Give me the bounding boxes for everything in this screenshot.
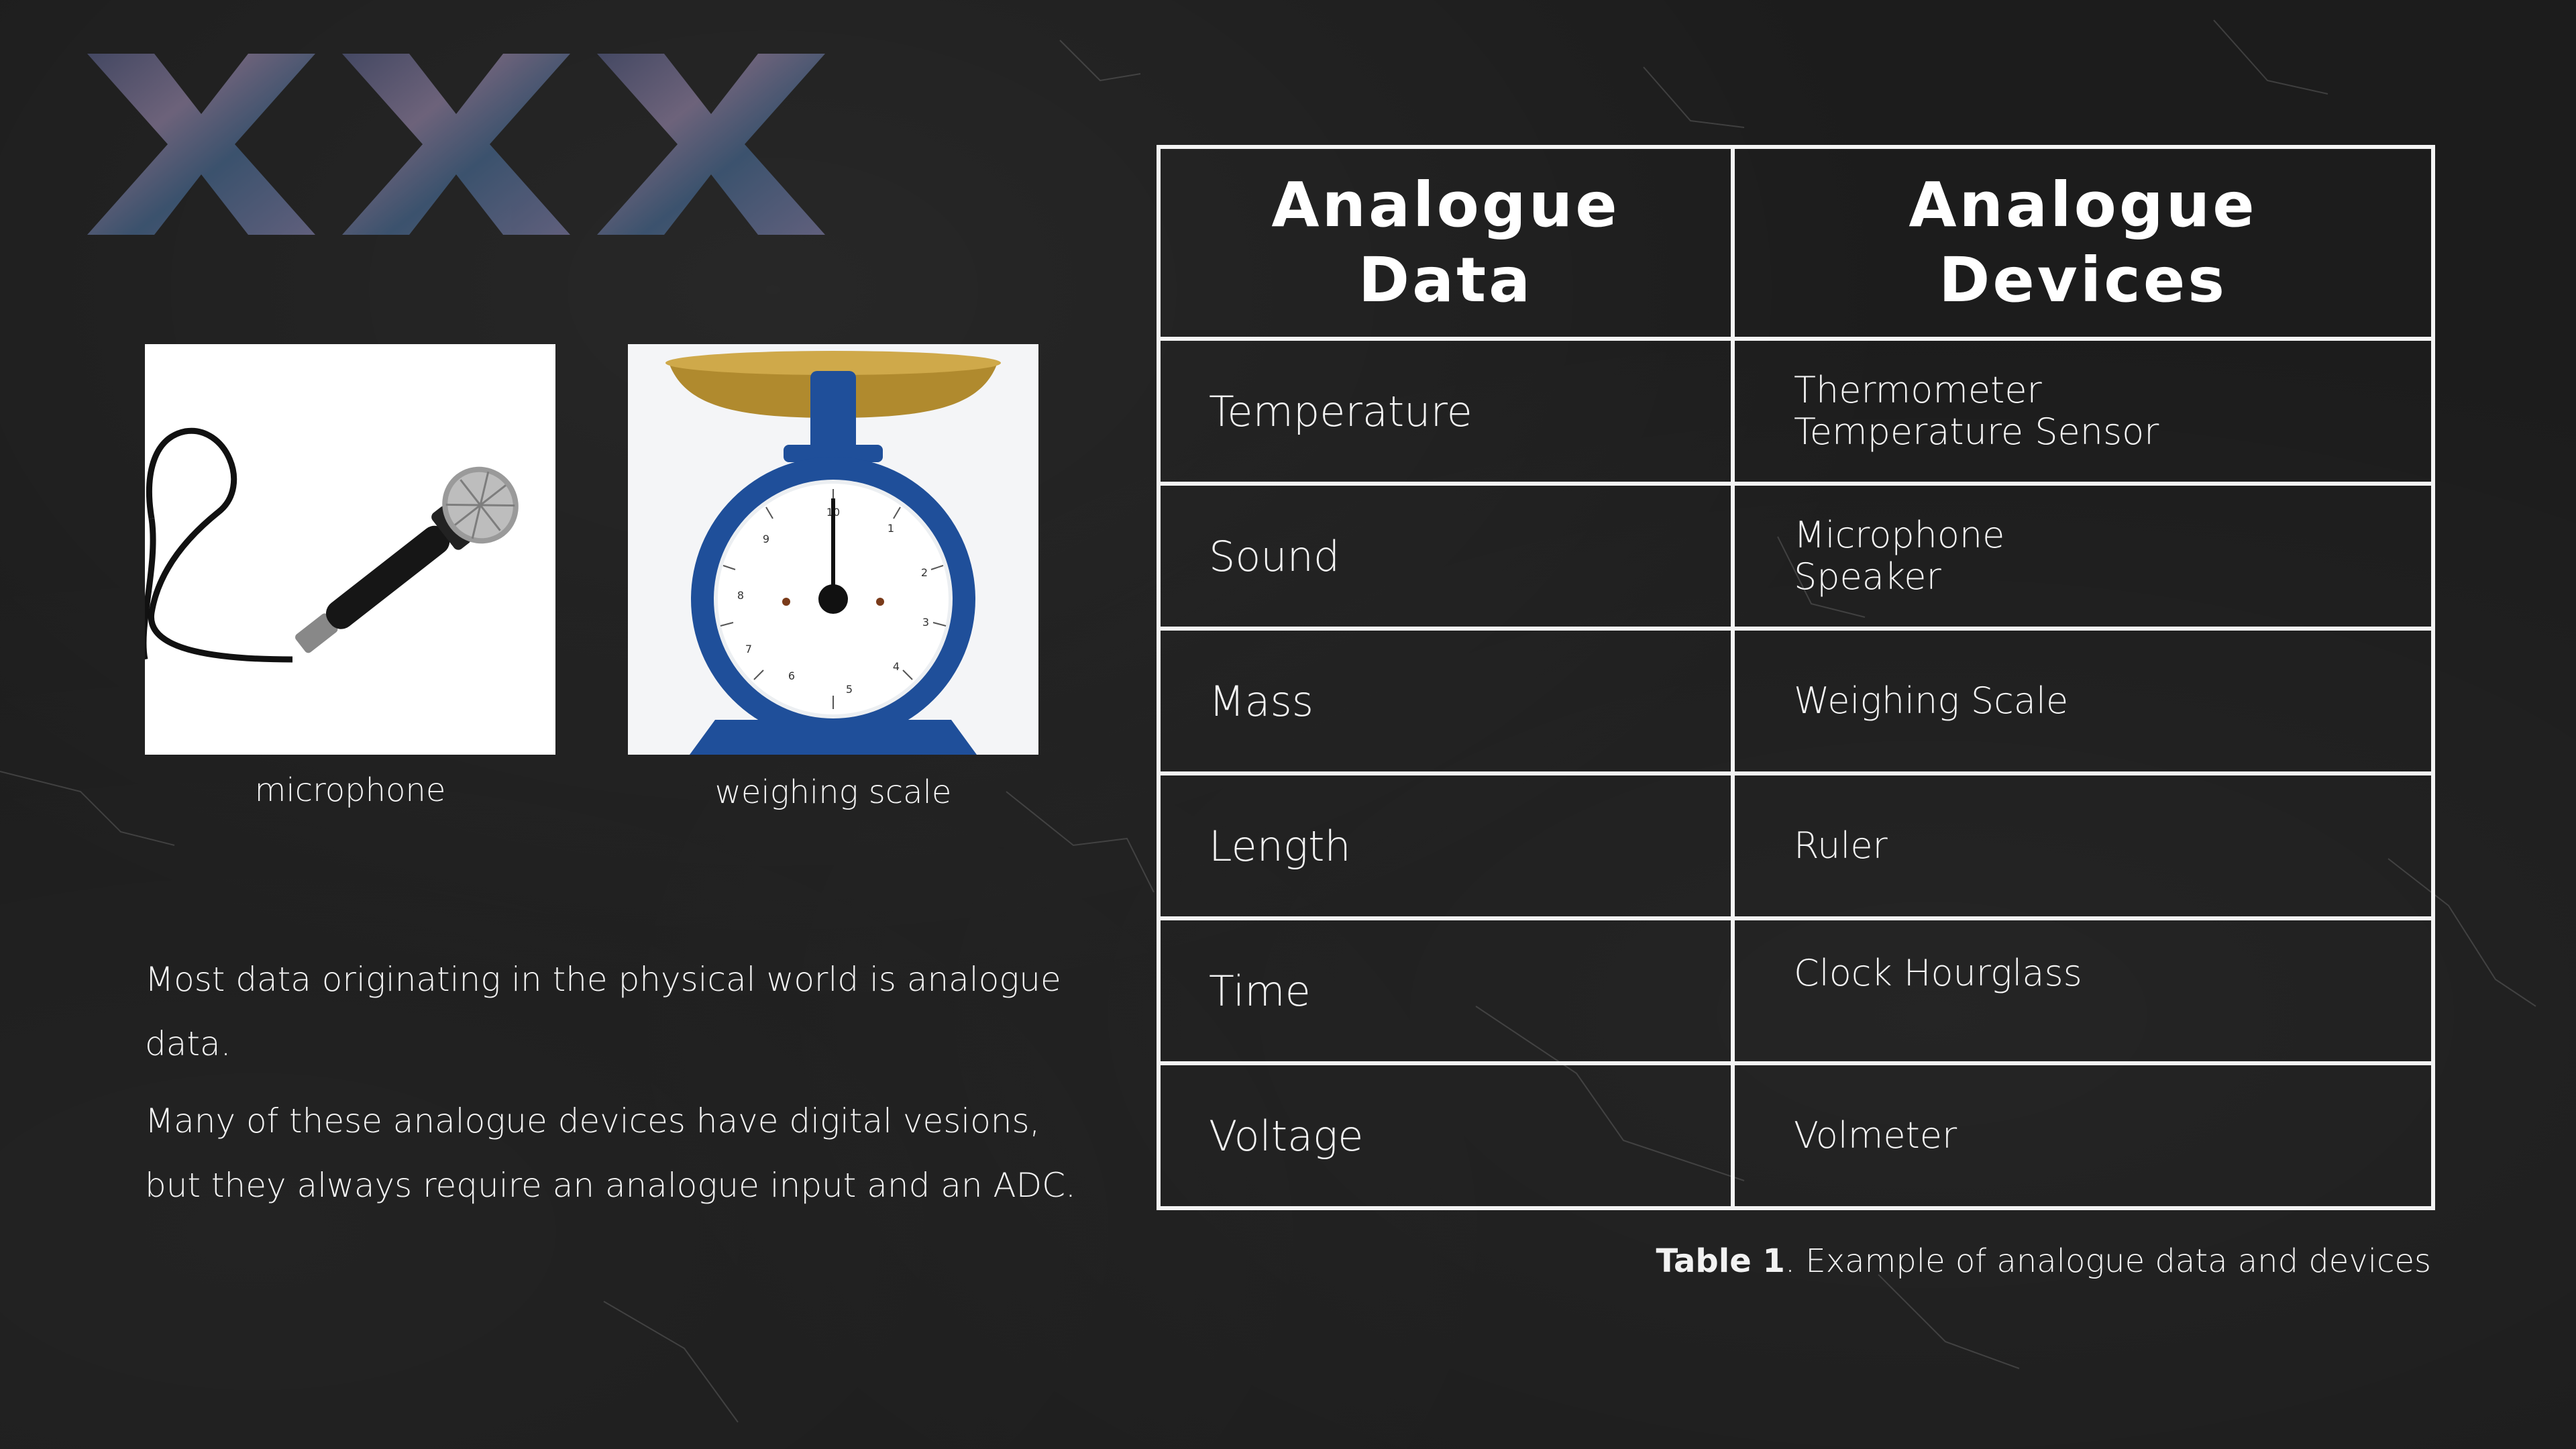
header-line: Analogue bbox=[1909, 169, 2257, 241]
table-row: Time Clock Hourglass bbox=[1157, 916, 2435, 1065]
device-line: Clock Hourglass bbox=[1794, 952, 2082, 994]
device-cell: Volmeter bbox=[1731, 1061, 2435, 1210]
table-caption-text: . Example of analogue data and devices bbox=[1784, 1242, 2431, 1280]
microphone-image bbox=[145, 344, 555, 755]
device-line: Thermometer bbox=[1794, 369, 2042, 411]
device-line: Temperature Sensor bbox=[1794, 411, 2159, 453]
scale-dial-number: 2 bbox=[921, 566, 928, 579]
device-line: Weighing Scale bbox=[1794, 680, 2069, 722]
microphone-icon bbox=[145, 344, 555, 755]
header-line: Devices bbox=[1939, 244, 2227, 316]
scale-dial-number: 1 bbox=[888, 522, 894, 535]
data-cell: Temperature bbox=[1157, 337, 1735, 486]
weighing-scale-image: 10 1 2 3 4 5 6 7 8 9 bbox=[628, 344, 1038, 755]
device-cell: Clock Hourglass bbox=[1731, 916, 2435, 1065]
data-cell: Mass bbox=[1157, 627, 1735, 775]
intro-paragraph: Most data originating in the physical wo… bbox=[145, 960, 1061, 1063]
data-cell: Length bbox=[1157, 771, 1735, 920]
table-caption-label: Table 1 bbox=[1656, 1242, 1785, 1280]
header-line: Analogue bbox=[1271, 169, 1620, 241]
scale-dial-number: 5 bbox=[846, 683, 853, 696]
scale-dial-number: 4 bbox=[893, 660, 900, 673]
table-row: Voltage Volmeter bbox=[1157, 1061, 2435, 1210]
device-line: Microphone bbox=[1794, 514, 2005, 556]
xxx-logo bbox=[87, 54, 825, 235]
scale-dial-number: 8 bbox=[737, 589, 744, 602]
device-line: Ruler bbox=[1794, 824, 1888, 867]
header-analogue-data: Analogue Data bbox=[1157, 145, 1735, 341]
data-cell: Time bbox=[1157, 916, 1735, 1065]
header-line: Data bbox=[1358, 244, 1534, 316]
device-line: Speaker bbox=[1794, 555, 1941, 598]
scale-dial-number: 9 bbox=[763, 533, 769, 545]
device-cell: Thermometer Temperature Sensor bbox=[1731, 337, 2435, 486]
weighing-scale-caption: weighing scale bbox=[714, 773, 952, 811]
device-cell: Microphone Speaker bbox=[1731, 482, 2435, 631]
device-cell: Weighing Scale bbox=[1731, 627, 2435, 775]
table-caption: Table 1. Example of analogue data and de… bbox=[1656, 1242, 2431, 1280]
digital-versions-paragraph: Many of these analogue devices have digi… bbox=[145, 1102, 1076, 1205]
table-row: Length Ruler bbox=[1157, 771, 2435, 920]
data-cell: Voltage bbox=[1157, 1061, 1735, 1210]
header-analogue-devices: Analogue Devices bbox=[1731, 145, 2435, 341]
analogue-table: Analogue Data Analogue Devices Temperatu… bbox=[1157, 145, 2435, 1210]
device-line: Volmeter bbox=[1794, 1114, 1957, 1157]
data-cell: Sound bbox=[1157, 482, 1735, 631]
weighing-scale-icon: 10 1 2 3 4 5 6 7 8 9 bbox=[628, 344, 1038, 755]
scale-dial-number: 7 bbox=[745, 643, 752, 655]
scale-dial-number: 6 bbox=[788, 669, 795, 682]
table-header-row: Analogue Data Analogue Devices bbox=[1157, 145, 2435, 341]
scale-dial-number: 3 bbox=[922, 616, 929, 629]
table-row: Mass Weighing Scale bbox=[1157, 627, 2435, 775]
table-row: Sound Microphone Speaker bbox=[1157, 482, 2435, 631]
microphone-caption: microphone bbox=[254, 771, 446, 809]
table-row: Temperature Thermometer Temperature Sens… bbox=[1157, 337, 2435, 486]
device-cell: Ruler bbox=[1731, 771, 2435, 920]
